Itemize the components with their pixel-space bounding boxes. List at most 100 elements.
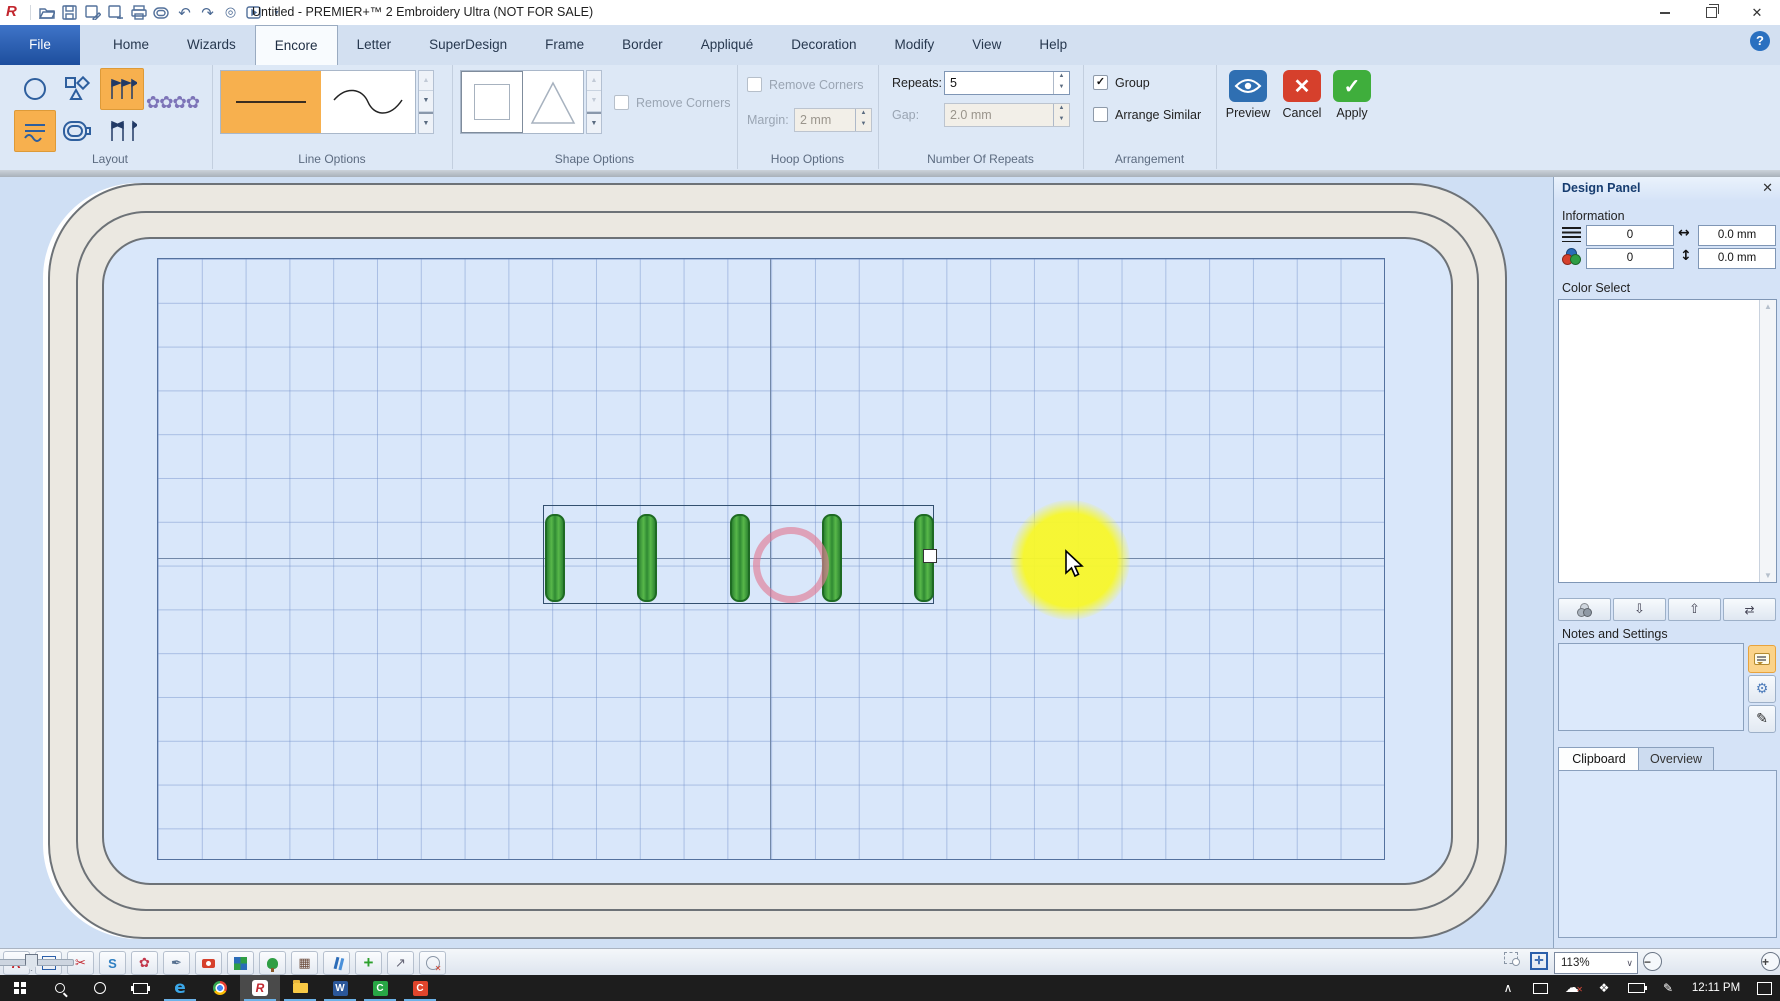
taskbar-search-button[interactable]: [40, 975, 80, 1001]
color-change-button[interactable]: [1558, 598, 1611, 621]
disc-icon[interactable]: ◎: [221, 3, 240, 22]
layout-circle-button[interactable]: [14, 68, 56, 110]
clipboard-content[interactable]: [1558, 770, 1777, 938]
tab-superdesign[interactable]: SuperDesign: [410, 25, 526, 65]
line-gallery-scroll[interactable]: ▲ ▼ ▼: [418, 70, 434, 134]
selection-resize-handle[interactable]: [923, 549, 937, 563]
camtasia-green-button[interactable]: C: [360, 975, 400, 1001]
close-button[interactable]: ✕: [1734, 0, 1780, 25]
spinner[interactable]: ▲▼: [1053, 72, 1069, 94]
layout-shapes-button[interactable]: [56, 68, 98, 110]
tab-encore[interactable]: Encore: [255, 25, 338, 65]
camtasia-red-button[interactable]: C: [400, 975, 440, 1001]
onedrive-icon[interactable]: ☁: [1556, 975, 1588, 1001]
swirl-module-icon[interactable]: S: [99, 951, 126, 975]
line-style-wave[interactable]: [321, 71, 415, 133]
gallery-more-icon[interactable]: ▼: [419, 112, 433, 133]
tab-file[interactable]: File: [0, 25, 80, 65]
tab-view[interactable]: View: [953, 25, 1020, 65]
shape-gallery-scroll[interactable]: ▲ ▼ ▼: [586, 70, 602, 134]
tab-border[interactable]: Border: [603, 25, 682, 65]
zoom-to-rectangle-button[interactable]: [1504, 952, 1518, 964]
family-tree-icon[interactable]: [259, 951, 286, 975]
zoom-to-fit-button[interactable]: ✛: [1530, 952, 1548, 970]
repeats-spinbox[interactable]: ▲▼: [944, 71, 1070, 95]
merge-colors-button[interactable]: ⇄: [1723, 598, 1776, 621]
quilt-block-icon[interactable]: [227, 951, 254, 975]
zoom-slider[interactable]: [0, 959, 74, 966]
help-icon[interactable]: ?: [1750, 31, 1770, 51]
tab-overview[interactable]: Overview: [1638, 747, 1714, 772]
dropbox-icon[interactable]: ❖: [1588, 975, 1620, 1001]
cancel-button[interactable]: ✕ Cancel: [1276, 70, 1328, 120]
restore-button[interactable]: [1688, 0, 1734, 25]
minimize-button[interactable]: [1642, 0, 1688, 25]
clock[interactable]: 12:11 PM: [1684, 982, 1748, 994]
gallery-more-icon[interactable]: ▼: [587, 112, 601, 133]
tray-monitor-icon[interactable]: [1524, 975, 1556, 1001]
premier-taskbar-button[interactable]: R: [240, 975, 280, 1001]
repeat-standard-button[interactable]: [100, 68, 144, 110]
tab-home[interactable]: Home: [94, 25, 168, 65]
zoom-in-button[interactable]: +: [1761, 952, 1780, 971]
export-module-icon[interactable]: ↗: [387, 951, 414, 975]
repeat-mirror-button[interactable]: [100, 110, 144, 152]
edge-taskbar-button[interactable]: e: [160, 975, 200, 1001]
repeat-shape-3[interactable]: [730, 514, 750, 602]
zoom-out-button[interactable]: −: [1643, 952, 1662, 971]
battery-icon[interactable]: [1620, 975, 1652, 1001]
word-taskbar-button[interactable]: W: [320, 975, 360, 1001]
open-icon[interactable]: [37, 3, 56, 22]
stitch-editor-icon[interactable]: ✒: [163, 951, 190, 975]
repeats-input[interactable]: [945, 72, 1053, 94]
tab-wizards[interactable]: Wizards: [168, 25, 255, 65]
zoom-level-combo[interactable]: 113%∨: [1554, 952, 1638, 974]
checkbox-checked[interactable]: ✓: [1093, 75, 1108, 90]
edit-button[interactable]: ✎: [1748, 705, 1776, 733]
cortana-button[interactable]: [80, 975, 120, 1001]
repeat-shape-2[interactable]: [637, 514, 657, 602]
tab-modify[interactable]: Modify: [876, 25, 954, 65]
flower-module-icon[interactable]: ✿: [131, 951, 158, 975]
paint-module-icon[interactable]: [323, 951, 350, 975]
tab-letter[interactable]: Letter: [338, 25, 411, 65]
change-hoop-icon[interactable]: [152, 3, 171, 22]
notes-button[interactable]: [1748, 645, 1776, 673]
line-style-straight[interactable]: [221, 71, 321, 133]
undo-icon[interactable]: ↶: [175, 3, 194, 22]
file-explorer-button[interactable]: [280, 975, 320, 1001]
notes-box[interactable]: [1558, 643, 1744, 731]
scroll-up-icon[interactable]: ▲: [1760, 302, 1776, 311]
action-center-icon[interactable]: [1748, 975, 1780, 1001]
offline-globe-icon[interactable]: [419, 951, 446, 975]
decoration-ring[interactable]: [753, 527, 829, 603]
export-icon[interactable]: [106, 3, 125, 22]
shape-square[interactable]: [461, 71, 523, 133]
tray-chevron-icon[interactable]: ∧: [1492, 975, 1524, 1001]
color-select-list[interactable]: ▲ ▼: [1558, 299, 1777, 583]
redo-icon[interactable]: ↷: [198, 3, 217, 22]
tab-help[interactable]: Help: [1020, 25, 1086, 65]
apply-button[interactable]: ✓ Apply: [1326, 70, 1378, 120]
scroll-down-icon[interactable]: ▼: [419, 91, 433, 111]
move-color-down-button[interactable]: ⇩: [1613, 598, 1666, 621]
tab-applique[interactable]: Appliqué: [682, 25, 773, 65]
work-area[interactable]: [0, 177, 1553, 948]
layout-line-button[interactable]: [14, 110, 56, 152]
task-view-button[interactable]: [120, 975, 160, 1001]
photo-stitch-icon[interactable]: [195, 951, 222, 975]
save-icon[interactable]: [60, 3, 79, 22]
scroll-up-icon[interactable]: ▲: [419, 71, 433, 91]
move-color-up-button[interactable]: ⇧: [1668, 598, 1721, 621]
add-module-icon[interactable]: +: [355, 951, 382, 975]
checkbox[interactable]: [1093, 107, 1108, 122]
tab-frame[interactable]: Frame: [526, 25, 603, 65]
scrollbar[interactable]: ▲ ▼: [1759, 300, 1776, 582]
thread-cache-icon[interactable]: ▦: [291, 951, 318, 975]
scroll-up-icon[interactable]: ▲: [587, 71, 601, 91]
save-as-icon[interactable]: [83, 3, 102, 22]
settings-button[interactable]: ⚙: [1748, 675, 1776, 703]
scroll-down-icon[interactable]: ▼: [587, 91, 601, 111]
layout-hoop-button[interactable]: [56, 110, 98, 152]
preview-button[interactable]: Preview: [1222, 70, 1274, 120]
